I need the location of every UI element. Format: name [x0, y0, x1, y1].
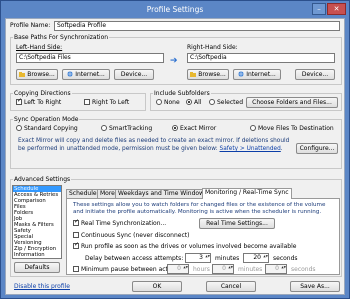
tab-schedule[interactable]: Schedule	[66, 189, 100, 198]
delay-seconds-stepper[interactable]: 20	[243, 253, 269, 263]
folder-icon	[19, 71, 26, 80]
pause-seconds-stepper[interactable]: 0	[265, 264, 287, 274]
subfolders-all-radio[interactable]: All	[186, 99, 201, 106]
realtime-sync-checkbox[interactable]: Real Time Synchronization...	[73, 218, 166, 227]
sync-mode-label: Sync Operation Mode	[13, 116, 80, 123]
right-device-button[interactable]: Device...	[295, 69, 335, 80]
minutes-unit-label: minutes	[215, 255, 240, 262]
disable-profile-link[interactable]: Disable this profile	[14, 283, 70, 290]
subfolders-selected-radio[interactable]: Selected	[209, 99, 243, 106]
pause-hours-stepper[interactable]: 0	[167, 264, 189, 274]
tab-panel: These settings allow you to watch folder…	[66, 198, 340, 275]
exact-mirror-radio[interactable]: Exact Mirror	[172, 125, 216, 132]
right-browse-button[interactable]: Browse...	[187, 69, 229, 80]
advanced-settings-label: Advanced Settings	[13, 176, 72, 183]
dialog-body: Profile Name: Softpedia Profile Base Pat…	[5, 18, 345, 295]
profile-settings-window: Profile Settings – ✕ Profile Name: Softp…	[0, 0, 350, 299]
tab-monitoring-realtime[interactable]: Monitoring / Real-Time Sync	[202, 188, 292, 199]
globe-icon	[67, 71, 73, 80]
subfolders-none-radio[interactable]: None	[156, 99, 180, 106]
tab-weekdays-time-window[interactable]: Weekdays and Time Window	[115, 189, 207, 198]
title-bar[interactable]: Profile Settings – ✕	[1, 1, 349, 18]
profile-name-label: Profile Name:	[10, 22, 51, 29]
arrow-right-icon: ➔	[170, 56, 178, 66]
save-as-button[interactable]: Save As...	[290, 281, 340, 292]
close-button[interactable]: ✕	[327, 3, 346, 15]
list-item[interactable]: Information	[13, 252, 61, 258]
continuous-sync-checkbox[interactable]: Continuous Sync (never disconnect)	[73, 232, 189, 239]
pause-minutes-stepper[interactable]: 0	[212, 264, 234, 274]
cancel-button[interactable]: Cancel	[206, 281, 256, 292]
include-subfolders-label: Include Subfolders	[153, 90, 211, 97]
seconds-unit-label: seconds	[273, 255, 298, 262]
delay-label: Delay between access attempts:	[85, 255, 184, 262]
defaults-button[interactable]: Defaults	[14, 262, 60, 273]
pause-minutes-unit-label: minutes	[238, 266, 263, 273]
right-path-input[interactable]: C:\Softpedia	[187, 53, 335, 63]
realtime-settings-button[interactable]: Real Time Settings...	[199, 218, 275, 229]
window-title: Profile Settings	[146, 5, 204, 14]
left-to-right-checkbox[interactable]: Left To Right	[16, 97, 61, 106]
minimum-pause-checkbox[interactable]: Minimum pause between actions:	[73, 266, 182, 273]
run-when-available-checkbox[interactable]: Run profile as soon as the drives or vol…	[73, 241, 296, 250]
folder-icon	[190, 71, 197, 80]
left-internet-button[interactable]: Internet...	[62, 69, 110, 80]
minimize-button[interactable]: –	[312, 3, 326, 15]
hours-unit-label: hours	[193, 266, 210, 273]
safety-unattended-link[interactable]: Safety > Unattended	[220, 146, 281, 152]
settings-category-list[interactable]: Schedule Access & Retries Comparison Files F…	[12, 185, 62, 259]
pause-seconds-unit-label: seconds	[291, 266, 316, 273]
left-device-button[interactable]: Device...	[114, 69, 154, 80]
left-side-label: Left-Hand Side:	[16, 44, 63, 51]
choose-folders-button[interactable]: Choose Folders and Files...	[246, 97, 338, 108]
sync-mode-description: Exact Mirror will copy and delete files …	[18, 138, 290, 152]
standard-copying-radio[interactable]: Standard Copying	[16, 125, 78, 132]
right-internet-button[interactable]: Internet...	[233, 69, 281, 80]
delay-minutes-stepper[interactable]: 3	[185, 253, 211, 263]
right-to-left-checkbox[interactable]: Right To Left	[84, 99, 129, 106]
ok-button[interactable]: OK	[132, 281, 182, 292]
right-side-label: Right-Hand Side:	[187, 44, 238, 51]
base-paths-label: Base Paths For Synchronization	[13, 34, 110, 41]
profile-name-input[interactable]: Softpedia Profile	[54, 21, 340, 31]
smarttracking-radio[interactable]: SmartTracking	[101, 125, 152, 132]
configure-button[interactable]: Configure...	[296, 143, 338, 154]
left-browse-button[interactable]: Browse...	[16, 69, 58, 80]
move-files-radio[interactable]: Move Files To Destination	[250, 125, 334, 132]
monitoring-description: These settings allow you to watch folder…	[73, 202, 326, 215]
copying-directions-label: Copying Directions	[13, 90, 72, 97]
globe-icon	[238, 71, 244, 80]
left-path-input[interactable]: C:\Softpedia Files	[16, 53, 164, 63]
